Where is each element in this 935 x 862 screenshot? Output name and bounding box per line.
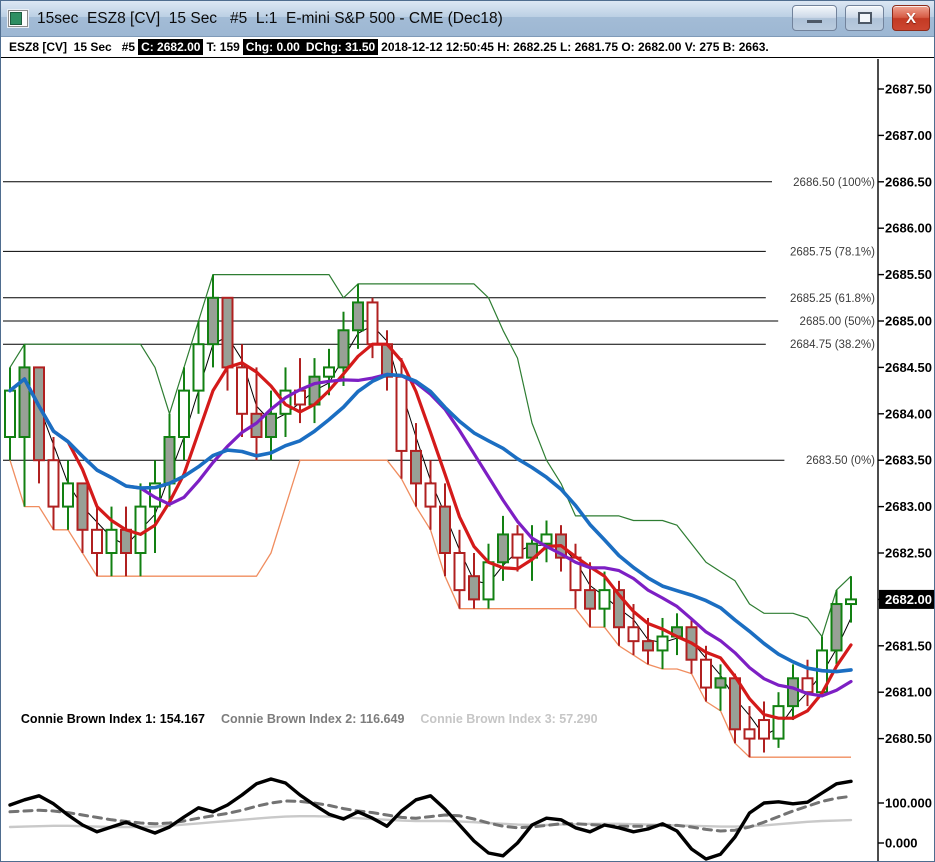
candle-body <box>221 296 234 369</box>
band-high-line <box>9 274 852 638</box>
candle-body <box>772 705 785 740</box>
candle-body <box>395 375 408 452</box>
candle-body <box>627 626 640 643</box>
candle-body <box>424 482 437 508</box>
minimize-icon <box>807 20 822 23</box>
price-axis-label: 2687.00 <box>885 128 932 143</box>
chart-window-icon <box>8 10 28 27</box>
title-bar[interactable]: 15sec ESZ8 [CV] 15 Sec #5 L:1 E-mini S&P… <box>1 1 934 37</box>
candle-body <box>700 658 712 689</box>
price-axis-label: 2686.00 <box>885 221 932 236</box>
candle-body <box>439 505 451 555</box>
price-axis-label: 2681.50 <box>885 638 932 653</box>
info-segment: C: 2682.00 <box>138 39 204 55</box>
indicator-axis-label: 0.000 <box>885 836 918 851</box>
close-icon: X <box>905 9 916 27</box>
price-axis-label: 2684.00 <box>885 406 932 421</box>
candle-body <box>352 301 364 332</box>
candle-body <box>4 389 16 439</box>
candle-body <box>714 677 727 689</box>
candle-body <box>323 366 335 378</box>
candle-body <box>497 533 509 564</box>
candle-body <box>845 598 857 606</box>
minimize-button[interactable] <box>792 5 837 31</box>
fib-level-label: 2685.00 (50%) <box>800 316 876 328</box>
candle-body <box>120 528 132 554</box>
cbi3-label: Connie Brown Index 3: 57.290 <box>420 712 598 726</box>
connie-brown-index-1-line <box>8 777 853 861</box>
candle-body <box>787 677 799 708</box>
candle-body <box>830 603 843 652</box>
price-axis-label: 2680.50 <box>885 731 932 746</box>
price-axis-label: 2685.50 <box>885 267 932 282</box>
candle-body <box>540 533 553 545</box>
candle-body <box>468 575 480 601</box>
price-axis-label: 2681.00 <box>885 685 932 700</box>
candle-body <box>76 482 89 531</box>
candle-body <box>482 561 495 601</box>
fib-level-label: 2685.25 (61.8%) <box>790 293 875 305</box>
price-axis-label: 2685.00 <box>885 314 932 329</box>
candle-body <box>236 366 248 415</box>
candle-body <box>47 459 60 508</box>
chart-area[interactable]: 2686.50 (100%) 2685.75 (78.1%) 2685.25 (61… <box>1 59 934 861</box>
oscillator-panel <box>8 777 853 861</box>
candle-body <box>743 728 756 740</box>
candle-body <box>729 677 741 731</box>
candle-body <box>163 436 176 485</box>
price-axis-label: 2686.50 <box>885 174 932 189</box>
close-button[interactable]: X <box>892 5 930 31</box>
cbi1-label: Connie Brown Index 1: 154.167 <box>20 712 205 726</box>
fib-level-label: 2685.75 (78.1%) <box>790 246 875 258</box>
price-axis-label: 2687.50 <box>885 82 932 97</box>
candle-body <box>642 640 654 652</box>
candle-body <box>178 389 190 439</box>
info-segment: T: 159 <box>206 40 240 54</box>
candle-body <box>656 635 669 652</box>
info-segment: DChg: 31.50 <box>302 39 379 55</box>
maximize-button[interactable] <box>845 5 884 31</box>
candle-body <box>801 677 814 694</box>
candles-layer <box>4 274 857 758</box>
price-axis-label: 2683.00 <box>885 499 932 514</box>
candle-body <box>758 719 770 740</box>
indicator-labels: Connie Brown Index 1: 154.167 Connie Brow… <box>7 698 614 740</box>
chart-window: 15sec ESZ8 [CV] 15 Sec #5 L:1 E-mini S&P… <box>0 0 935 862</box>
candle-body <box>410 449 422 485</box>
price-axis-label: 2682.50 <box>885 546 932 561</box>
price-chart[interactable]: 2686.50 (100%) 2685.75 (78.1%) 2685.25 (61… <box>1 59 934 861</box>
candle-body <box>105 528 118 554</box>
last-price-marker-text: 2682.00 <box>885 592 932 607</box>
fib-retracement-lines: 2686.50 (100%) 2685.75 (78.1%) 2685.25 (61… <box>3 177 875 467</box>
fib-level-label: 2686.50 (100%) <box>793 177 875 189</box>
candle-body <box>511 533 524 559</box>
candle-body <box>366 301 379 346</box>
candle-body <box>453 552 466 592</box>
fib-level-label: 2684.75 (38.2%) <box>790 339 875 351</box>
candle-body <box>62 482 74 508</box>
maximize-icon <box>857 12 872 24</box>
price-axis[interactable]: 2687.50 2687.00 2686.50 2686.00 2685.50 2685.… <box>877 59 934 861</box>
fib-level-label: 2683.50 (0%) <box>806 455 875 467</box>
candle-body <box>598 589 611 610</box>
candle-body <box>207 296 219 346</box>
info-bar: ESZ8 [CV] 15 Sec #5 C: 2682.00 T: 159 Chg: … <box>1 37 934 58</box>
info-segment: Chg: 0.00 <box>242 39 303 55</box>
window-controls: X <box>792 5 930 31</box>
window-title: 15sec ESZ8 [CV] 15 Sec #5 L:1 E-mini S&P… <box>37 9 503 27</box>
info-segment: 2018-12-12 12:50:45 H: 2682.25 L: 2681.7… <box>381 40 769 54</box>
price-axis-label: 2683.50 <box>885 453 932 468</box>
candle-body <box>192 343 205 392</box>
cbi2-label: Connie Brown Index 2: 116.649 <box>221 712 405 726</box>
chart-icon-glyph <box>10 12 22 25</box>
candle-body <box>134 505 147 555</box>
candle-body <box>337 329 350 369</box>
candle-body <box>584 589 596 610</box>
price-axis-label: 2684.50 <box>885 360 932 375</box>
indicator-axis-label: 100.000 <box>885 796 932 811</box>
info-segment: ESZ8 [CV] 15 Sec #5 <box>9 40 136 54</box>
candle-body <box>91 528 103 554</box>
candle-body <box>265 412 277 438</box>
